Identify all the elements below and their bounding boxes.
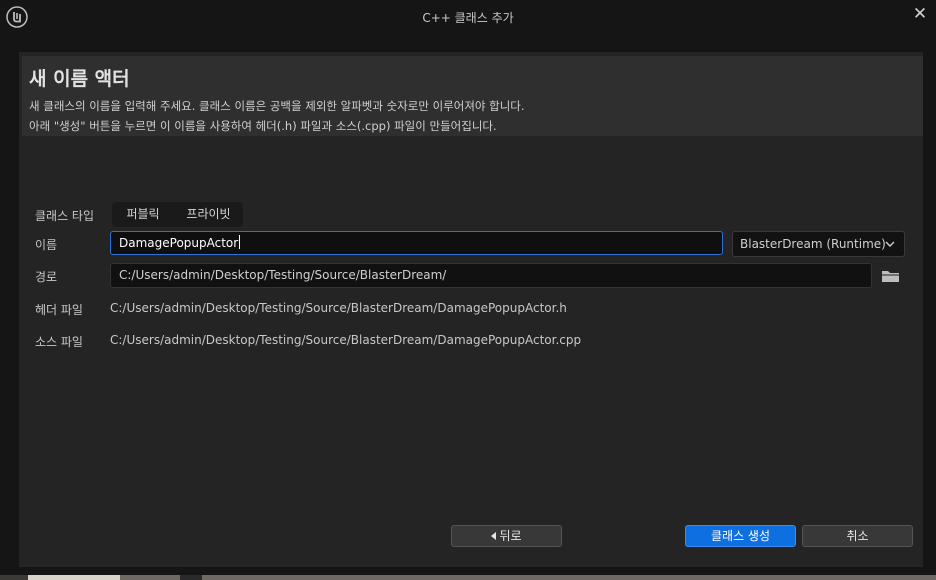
class-name-value: DamagePopupActor	[119, 236, 239, 250]
source-file-label: 소스 파일	[35, 335, 83, 349]
back-arrow-icon	[491, 532, 497, 540]
strip-segment	[0, 575, 28, 580]
page-title: 새 이름 액터	[29, 68, 130, 90]
browse-folder-button[interactable]	[881, 268, 901, 284]
back-button-label: 뒤로	[499, 529, 522, 543]
class-type-toggle: 퍼블릭 프라이빗	[112, 202, 243, 227]
chevron-down-icon	[885, 241, 895, 247]
path-label: 경로	[35, 270, 58, 284]
dialog-body: 새 이름 액터 새 클래스의 이름을 입력해 주세요. 클래스 이름은 공백을 …	[19, 52, 923, 567]
close-button[interactable]: ✕	[908, 3, 932, 25]
header-file-path: C:/Users/admin/Desktop/Testing/Source/Bl…	[110, 301, 567, 315]
class-type-private-option[interactable]: 프라이빗	[174, 202, 243, 227]
cancel-button[interactable]: 취소	[802, 525, 913, 547]
path-input[interactable]: C:/Users/admin/Desktop/Testing/Source/Bl…	[110, 263, 872, 288]
module-dropdown[interactable]: BlasterDream (Runtime)	[732, 231, 905, 257]
background-editor-strip	[0, 575, 936, 580]
module-dropdown-value: BlasterDream (Runtime)	[740, 237, 886, 251]
source-file-path: C:/Users/admin/Desktop/Testing/Source/Bl…	[110, 333, 582, 347]
strip-segment	[180, 575, 202, 580]
add-cpp-class-dialog: C++ 클래스 추가 ✕ 새 이름 액터 새 클래스의 이름을 입력해 주세요.…	[0, 0, 936, 580]
header-file-label: 헤더 파일	[35, 303, 83, 317]
folder-icon	[882, 271, 899, 282]
create-class-button[interactable]: 클래스 생성	[685, 525, 796, 547]
strip-segment	[28, 575, 120, 580]
path-value: C:/Users/admin/Desktop/Testing/Source/Bl…	[119, 268, 447, 282]
cancel-button-label: 취소	[846, 529, 869, 543]
name-label: 이름	[35, 238, 58, 252]
class-name-input[interactable]: DamagePopupActor	[110, 231, 723, 255]
class-type-public-option[interactable]: 퍼블릭	[112, 202, 174, 227]
window-title: C++ 클래스 추가	[422, 11, 514, 25]
text-caret	[239, 235, 241, 249]
title-bar: C++ 클래스 추가 ✕	[0, 0, 936, 36]
back-button[interactable]: 뒤로	[451, 525, 562, 547]
header-block: 새 이름 액터 새 클래스의 이름을 입력해 주세요. 클래스 이름은 공백을 …	[22, 56, 923, 136]
close-icon: ✕	[912, 4, 928, 24]
description-line-2: 아래 "생성" 버튼을 누르면 이 이름을 사용하여 헤더(.h) 파일과 소스…	[29, 119, 497, 133]
description-line-1: 새 클래스의 이름을 입력해 주세요. 클래스 이름은 공백을 제외한 알파벳과…	[29, 99, 525, 113]
create-class-button-label: 클래스 생성	[710, 529, 770, 543]
class-type-label: 클래스 타입	[35, 209, 95, 223]
